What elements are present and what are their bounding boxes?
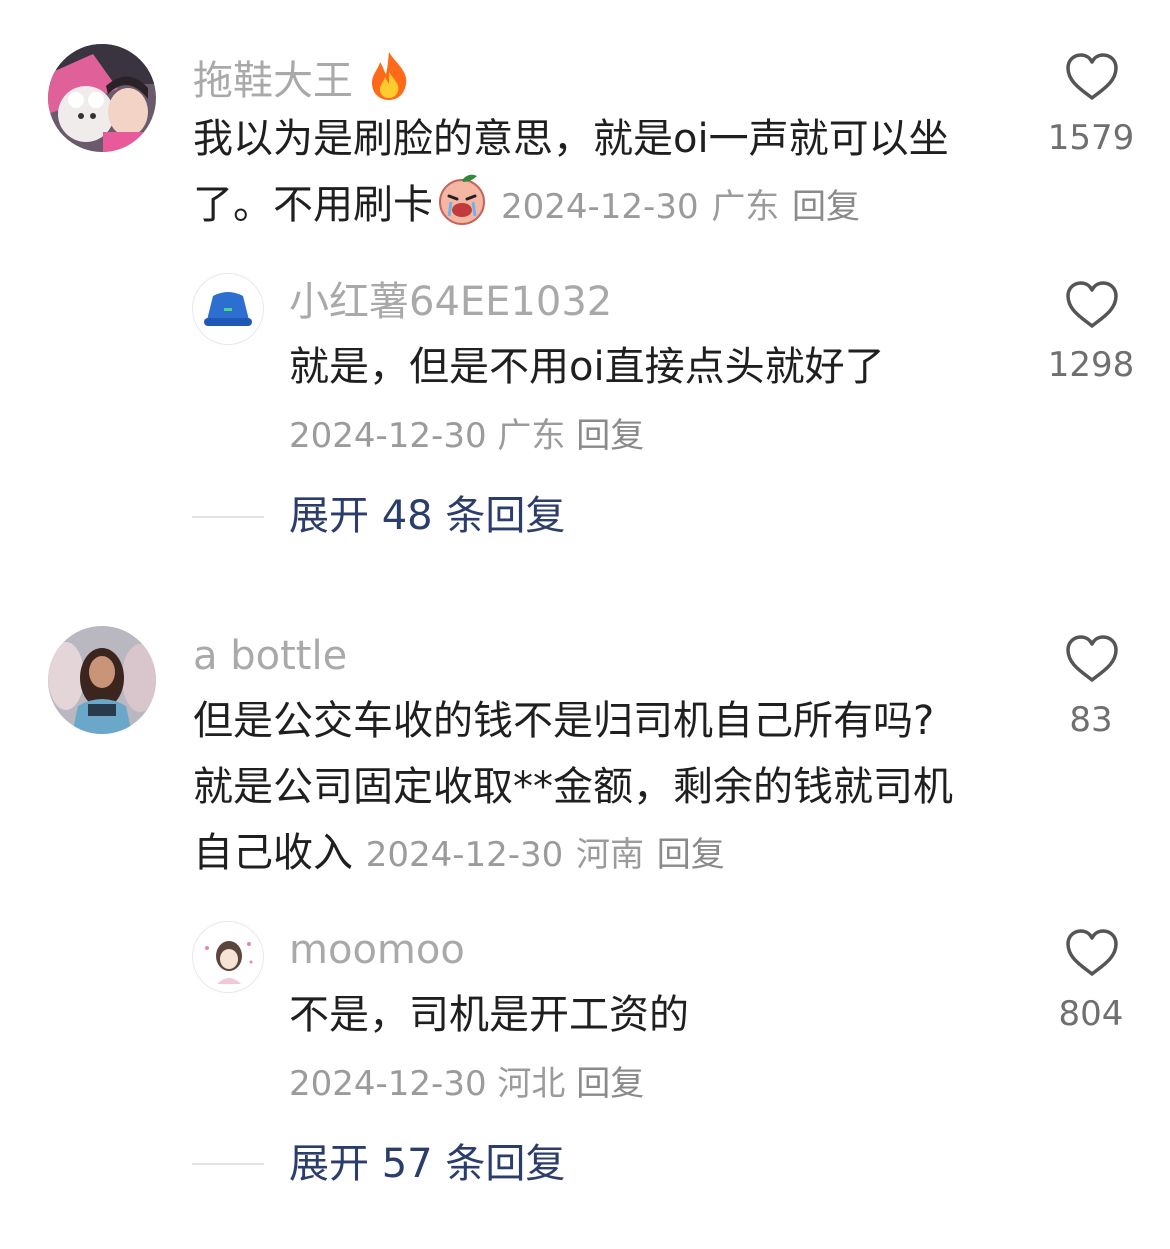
reply-meta: 2024-12-30 河北 回复	[289, 1064, 644, 1104]
reply-button[interactable]: 回复	[657, 835, 725, 875]
reply-date: 2024-12-30	[289, 416, 487, 456]
reply-button[interactable]: 回复	[576, 416, 644, 456]
avatar[interactable]	[48, 44, 156, 152]
heart-outline-icon[interactable]	[1064, 280, 1120, 330]
comment-location: 广东	[711, 187, 780, 227]
username-text: 拖鞋大王	[193, 58, 353, 104]
comment-text-line-1: 我以为是刷脸的意思，就是oi一声就可以坐	[193, 116, 949, 162]
reply-username[interactable]: moomoo	[289, 928, 465, 972]
comment-text: 了。不用刷卡	[193, 182, 433, 228]
divider	[192, 1163, 264, 1165]
expand-replies-button[interactable]: 展开 57 条回复	[289, 1142, 565, 1186]
avatar[interactable]	[192, 273, 264, 345]
username[interactable]: a bottle	[193, 634, 347, 678]
avatar[interactable]	[192, 921, 264, 993]
reply-text: 就是，但是不用oi直接点头就好了	[289, 344, 885, 390]
reply-username[interactable]: 小红薯64EE1032	[289, 280, 612, 324]
reply-location: 河北	[497, 1064, 566, 1104]
heart-outline-icon[interactable]	[1064, 52, 1120, 102]
comment-text-line-2: 了。不用刷卡 2024-12-30 广东 回复	[193, 172, 860, 246]
fire-emoji-icon	[366, 50, 412, 111]
comment-location: 河南	[576, 835, 645, 875]
reply-date: 2024-12-30	[289, 1064, 487, 1104]
avatar[interactable]	[48, 626, 156, 734]
crying-peach-emoji-icon	[437, 172, 487, 246]
reply-button[interactable]: 回复	[792, 187, 860, 227]
like-count: 83	[1069, 700, 1113, 740]
comment-text-line-1: 但是公交车收的钱不是归司机自己所有吗?	[193, 698, 935, 744]
like-count: 804	[1058, 994, 1124, 1034]
like-count: 1579	[1047, 118, 1135, 158]
reply-text: 不是，司机是开工资的	[289, 992, 689, 1038]
comment-date: 2024-12-30	[501, 187, 699, 227]
divider	[192, 516, 264, 518]
comment-text: 自己收入	[193, 830, 353, 876]
expand-replies-button[interactable]: 展开 48 条回复	[289, 494, 565, 538]
comment-date: 2024-12-30	[365, 835, 564, 875]
reply-meta: 2024-12-30 广东 回复	[289, 416, 644, 456]
reply-location: 广东	[497, 416, 566, 456]
like-count: 1298	[1047, 345, 1135, 385]
reply-button[interactable]: 回复	[576, 1064, 644, 1104]
comment-text-line-3: 自己收入 2024-12-30 河南 回复	[193, 820, 725, 888]
heart-outline-icon[interactable]	[1064, 634, 1120, 684]
heart-outline-icon[interactable]	[1064, 928, 1120, 978]
comment-text-line-2: 就是公司固定收取**金额，剩余的钱就司机	[193, 764, 953, 810]
username[interactable]: 拖鞋大王	[193, 50, 412, 111]
